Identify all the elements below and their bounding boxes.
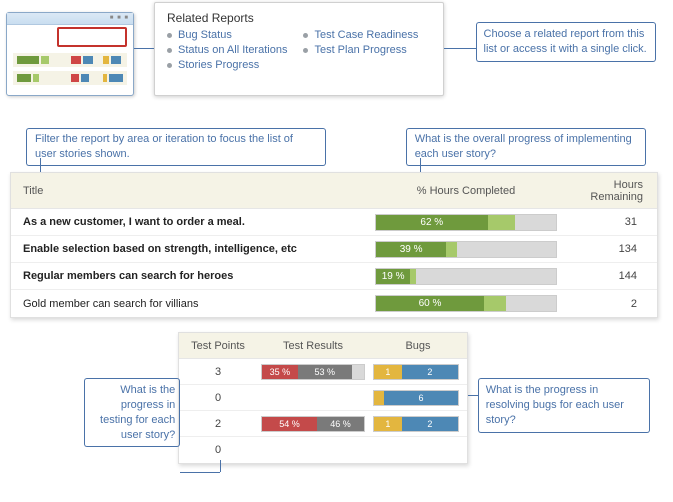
progress-bar: 60 % (375, 295, 557, 312)
test-points: 2 (179, 418, 257, 430)
related-link-bug-status[interactable]: Bug Status (167, 29, 287, 41)
story-title: Enable selection based on strength, inte… (11, 243, 371, 255)
table-row: 0 (179, 437, 467, 463)
table-row: Enable selection based on strength, inte… (11, 236, 657, 263)
col-test-points: Test Points (179, 340, 257, 352)
test-results-bar: 54 %46 % (261, 416, 365, 432)
col-title: Title (11, 185, 371, 197)
table-row: 3 35 %53 % 12 (179, 359, 467, 385)
related-link-test-case-readiness[interactable]: Test Case Readiness (303, 29, 418, 41)
highlight-box-icon (57, 27, 127, 47)
related-link-status-iterations[interactable]: Status on All Iterations (167, 44, 287, 56)
test-results-bar: 35 %53 % (261, 364, 365, 380)
col-hours-remaining: Hours Remaining (561, 179, 657, 203)
related-link-test-plan-progress[interactable]: Test Plan Progress (303, 44, 418, 56)
table-row: As a new customer, I want to order a mea… (11, 209, 657, 236)
story-title: Regular members can search for heroes (11, 270, 371, 282)
test-points: 3 (179, 366, 257, 378)
progress-bar: 39 % (375, 241, 557, 258)
test-bugs-header: Test Points Test Results Bugs (179, 333, 467, 359)
hours-remaining: 144 (561, 270, 657, 282)
callout-related: Choose a related report from this list o… (476, 22, 656, 62)
bugs-bar: 12 (373, 364, 459, 380)
bullet-icon (167, 63, 172, 68)
table-row: 2 54 %46 % 12 (179, 411, 467, 437)
callout-filter: Filter the report by area or iteration t… (26, 128, 326, 166)
test-points: 0 (179, 444, 257, 456)
progress-bar: 62 % (375, 214, 557, 231)
hours-remaining: 31 (561, 216, 657, 228)
bullet-icon (303, 48, 308, 53)
test-bugs-table: Test Points Test Results Bugs 3 35 %53 % 1… (178, 332, 468, 464)
related-reports-panel: Related Reports Bug Status Status on All… (154, 2, 444, 96)
test-points: 0 (179, 392, 257, 404)
story-title: As a new customer, I want to order a mea… (11, 216, 371, 228)
story-title: Gold member can search for villians (11, 298, 371, 310)
callout-bugs: What is the progress in resolving bugs f… (478, 378, 650, 433)
col-test-results: Test Results (257, 340, 369, 352)
callout-overall: What is the overall progress of implemen… (406, 128, 646, 166)
table-row: Regular members can search for heroes 19 … (11, 263, 657, 290)
progress-bar: 19 % (375, 268, 557, 285)
bullet-icon (303, 33, 308, 38)
stories-table: Title % Hours Completed Hours Remaining … (10, 172, 658, 318)
bullet-icon (167, 48, 172, 53)
col-bugs: Bugs (369, 340, 467, 352)
related-link-stories-progress[interactable]: Stories Progress (167, 59, 287, 71)
bullet-icon (167, 33, 172, 38)
bugs-bar: 12 (373, 416, 459, 432)
table-row: 06 (179, 385, 467, 411)
related-reports-title: Related Reports (167, 11, 431, 25)
hours-remaining: 134 (561, 243, 657, 255)
stories-table-header: Title % Hours Completed Hours Remaining (11, 173, 657, 209)
hours-remaining: 2 (561, 298, 657, 310)
report-thumbnail: ■ ■ ■ (6, 12, 134, 96)
callout-testing: What is the progress in testing for each… (84, 378, 180, 447)
bugs-bar: 6 (373, 390, 459, 406)
table-row: Gold member can search for villians 60 % 2 (11, 290, 657, 317)
col-pct-completed: % Hours Completed (371, 185, 561, 197)
